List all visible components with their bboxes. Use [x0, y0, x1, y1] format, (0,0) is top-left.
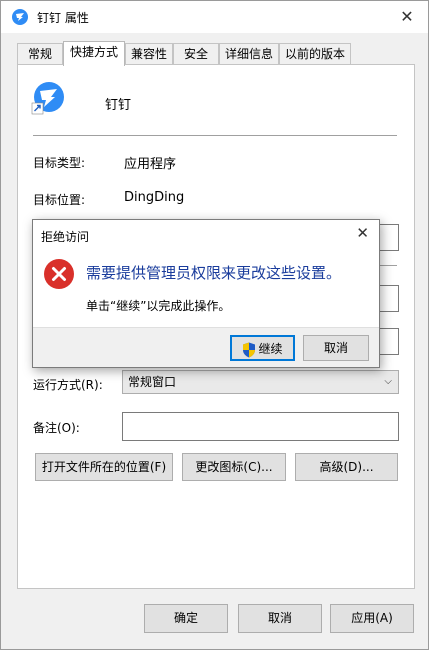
target-location-label: 目标位置: [33, 193, 86, 207]
target-type-value: 应用程序 [124, 157, 177, 172]
apply-button[interactable]: 应用(A) [330, 604, 414, 633]
error-circle-icon [44, 259, 74, 289]
dingding-icon [12, 9, 28, 25]
tab-security[interactable]: 安全 [173, 43, 219, 65]
continue-button[interactable]: 继续 [230, 335, 295, 361]
continue-label: 继续 [258, 342, 283, 356]
dialog-cancel-button[interactable]: 取消 [303, 335, 369, 361]
target-type-label: 目标类型: [33, 156, 86, 170]
dialog-footer: 继续 取消 [33, 327, 379, 367]
window-title: 钉钉 属性 [37, 11, 89, 25]
close-button[interactable]: ✕ [394, 5, 420, 29]
tab-compatibility[interactable]: 兼容性 [125, 43, 173, 65]
divider [33, 135, 397, 136]
advanced-button[interactable]: 高级(D)... [295, 453, 398, 481]
run-mode-select[interactable]: 常规窗口 ⌵ [122, 370, 399, 394]
target-location-value: DingDing [124, 190, 185, 205]
tab-previous-versions[interactable]: 以前的版本 [279, 43, 351, 65]
tab-general[interactable]: 常规 [17, 43, 63, 65]
app-name: 钉钉 [105, 98, 132, 113]
title-bar: 钉钉 属性 ✕ [1, 1, 428, 33]
tab-details[interactable]: 详细信息 [219, 43, 279, 65]
dingding-app-icon [31, 82, 64, 115]
tab-shortcut[interactable]: 快捷方式 [63, 41, 125, 66]
run-mode-value: 常规窗口 [128, 375, 177, 389]
chevron-down-icon: ⌵ [384, 376, 392, 387]
close-icon: ✕ [400, 7, 414, 26]
change-icon-button[interactable]: 更改图标(C)... [182, 453, 286, 481]
dialog-message: 需要提供管理员权限来更改这些设置。 [86, 264, 342, 282]
comment-input[interactable] [122, 412, 399, 441]
comment-label: 备注(O): [33, 421, 80, 435]
run-label: 运行方式(R): [33, 378, 103, 392]
ok-button[interactable]: 确定 [144, 604, 228, 633]
dialog-instruction: 单击“继续”以完成此操作。 [86, 299, 231, 313]
open-file-location-button[interactable]: 打开文件所在的位置(F) [35, 453, 173, 481]
cancel-button[interactable]: 取消 [238, 604, 322, 633]
access-denied-dialog: 拒绝访问 ✕ 需要提供管理员权限来更改这些设置。 单击“继续”以完成此操作。 继… [32, 219, 380, 368]
dialog-title: 拒绝访问 [41, 230, 90, 244]
uac-shield-icon [243, 342, 256, 357]
dialog-close-icon[interactable]: ✕ [356, 224, 369, 242]
